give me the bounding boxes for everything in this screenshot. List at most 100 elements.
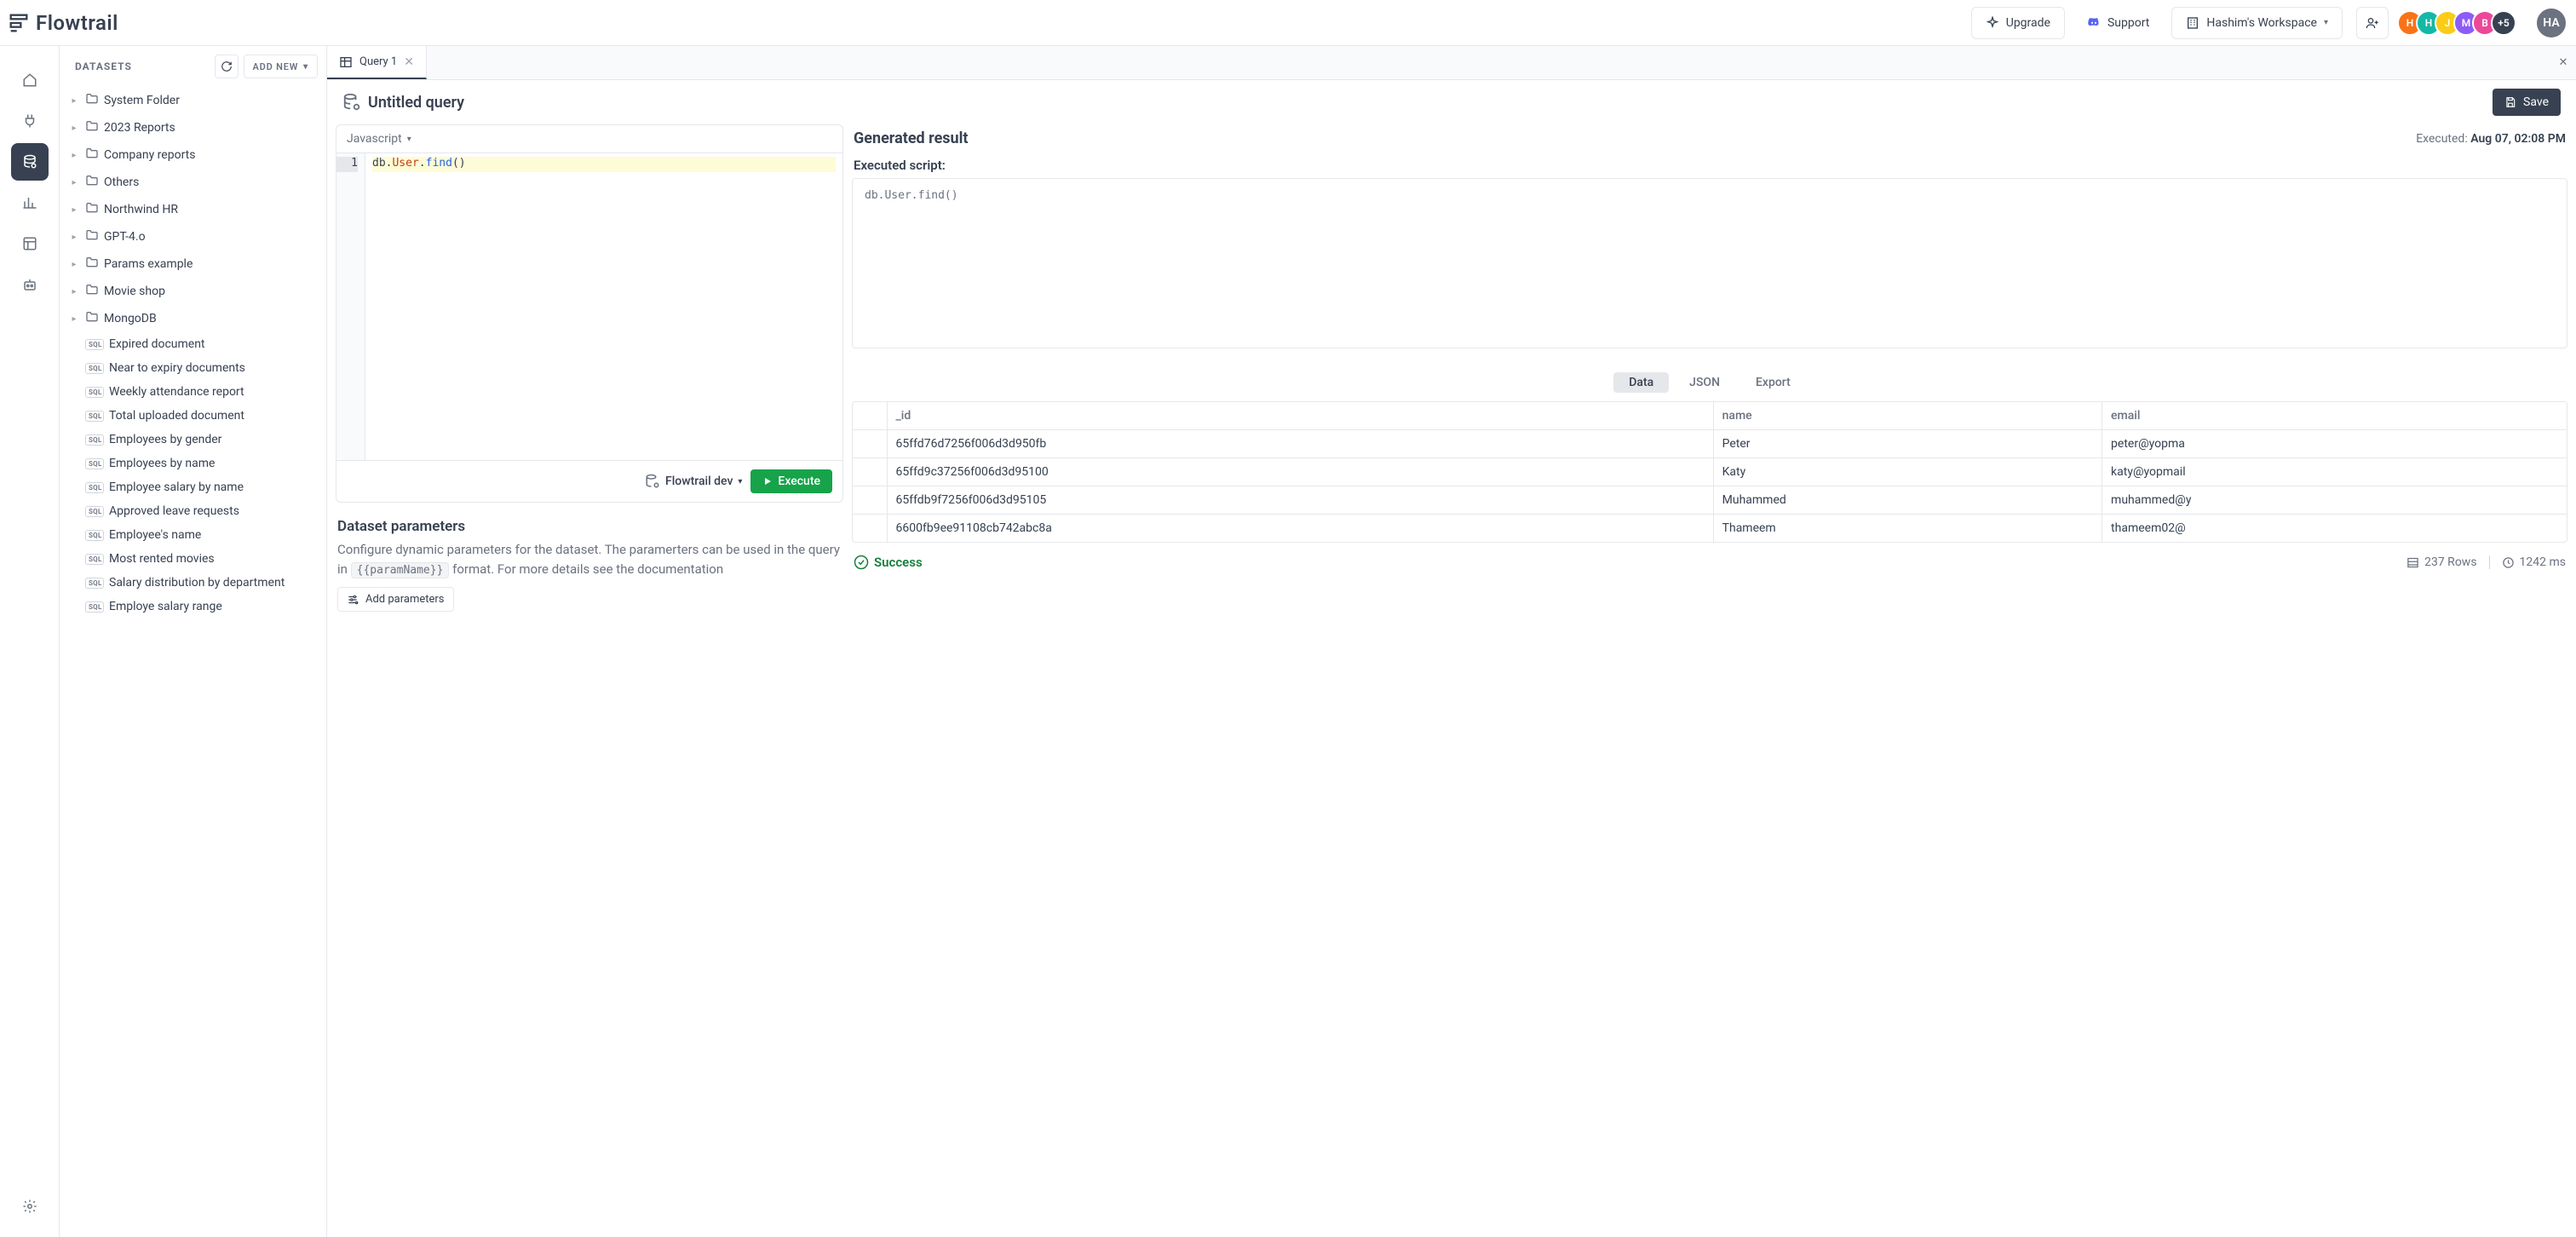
documentation-link[interactable]: documentation: [637, 561, 723, 577]
sql-badge-icon: SQL: [85, 554, 104, 565]
chevron-right-icon: ▸: [68, 233, 80, 242]
folder-item[interactable]: ▸Movie shop: [60, 278, 326, 305]
add-user-button[interactable]: [2356, 7, 2389, 39]
folder-item[interactable]: ▸ GPT-4.o: [60, 223, 326, 250]
folder-item[interactable]: ▸2023 Reports: [60, 114, 326, 141]
query-item[interactable]: ▸SQLEmployees by gender: [60, 428, 326, 452]
bar-chart-icon: [22, 195, 37, 210]
folder-label: Northwind HR: [104, 203, 178, 216]
query-item[interactable]: ▸SQLEmployee's name: [60, 523, 326, 547]
current-user-avatar[interactable]: HA: [2535, 7, 2567, 39]
database-gear-icon: [645, 474, 660, 489]
support-button[interactable]: Support: [2073, 7, 2163, 39]
folder-icon: [85, 147, 99, 164]
code-area[interactable]: 1 db.User.find(): [336, 153, 842, 460]
tab-query[interactable]: Query 1 ✕: [327, 46, 427, 79]
chevron-right-icon: ▸: [68, 314, 80, 324]
refresh-button[interactable]: [215, 55, 239, 78]
sql-badge-icon: SQL: [85, 578, 104, 589]
nav-charts[interactable]: [11, 184, 49, 222]
gear-icon: [22, 1199, 37, 1214]
play-icon: [762, 476, 773, 486]
chevron-down-icon: ▾: [303, 62, 308, 72]
folder-label: Others: [104, 175, 139, 189]
query-item[interactable]: ▸SQLApproved leave requests: [60, 499, 326, 523]
close-tab-button[interactable]: ✕: [404, 55, 414, 69]
column-header-name[interactable]: name: [1713, 402, 2102, 430]
folder-item[interactable]: ▸System Folder: [60, 87, 326, 114]
table-row[interactable]: 6600fb9ee91108cb742abc8a Thameem thameem…: [853, 515, 2567, 543]
query-item[interactable]: ▸SQLEmploye salary range: [60, 595, 326, 618]
nav-connections[interactable]: [11, 102, 49, 140]
result-tab-data[interactable]: Data: [1613, 372, 1669, 393]
query-item[interactable]: ▸SQLMost rented movies: [60, 547, 326, 571]
workspace-dropdown[interactable]: Hashim's Workspace ▾: [2171, 7, 2343, 39]
code-content[interactable]: db.User.find(): [365, 153, 842, 460]
cell-name: Katy: [1713, 458, 2102, 486]
folder-label: MongoDB: [104, 312, 157, 325]
upgrade-button[interactable]: Upgrade: [1971, 7, 2065, 39]
nav-dashboards[interactable]: [11, 225, 49, 262]
code-token: db: [372, 157, 386, 172]
query-item[interactable]: ▸SQLEmployee salary by name: [60, 475, 326, 499]
folder-label: GPT-4.o: [104, 230, 146, 244]
brand-name: Flowtrail: [36, 11, 118, 35]
folder-item[interactable]: ▸Company reports: [60, 141, 326, 169]
table-row[interactable]: 65ffdb9f7256f006d3d95105 Muhammed muhamm…: [853, 486, 2567, 515]
result-tab-export[interactable]: Export: [1740, 372, 1806, 393]
row-select-header: [853, 402, 887, 430]
sliders-icon: [347, 594, 359, 606]
folder-item[interactable]: ▸Params example: [60, 250, 326, 278]
query-item[interactable]: ▸SQLTotal uploaded document: [60, 404, 326, 428]
folder-icon: [85, 92, 99, 109]
column-header-id[interactable]: _id: [887, 402, 1713, 430]
add-parameters-button[interactable]: Add parameters: [337, 587, 454, 612]
nav-datasets[interactable]: [11, 143, 49, 181]
language-dropdown[interactable]: Javascript ▾: [336, 125, 842, 153]
sql-badge-icon: SQL: [85, 363, 104, 374]
add-new-button[interactable]: ADD NEW ▾: [244, 55, 318, 78]
cell-email: peter@yopma: [2102, 430, 2567, 458]
query-item[interactable]: ▸SQLExpired document: [60, 332, 326, 356]
query-item[interactable]: ▸SQLSalary distribution by department: [60, 571, 326, 595]
folder-item[interactable]: ▸ MongoDB: [60, 305, 326, 332]
avatar-overflow[interactable]: +5: [2491, 10, 2516, 36]
query-item[interactable]: ▸SQLNear to expiry documents: [60, 356, 326, 380]
query-label: Approved leave requests: [109, 504, 239, 518]
execute-button[interactable]: Execute: [750, 469, 832, 493]
cell-name: Peter: [1713, 430, 2102, 458]
query-item[interactable]: ▸SQLEmployees by name: [60, 452, 326, 475]
nav-home[interactable]: [11, 61, 49, 99]
executed-timestamp: Executed: Aug 07, 02:08 PM: [2416, 132, 2566, 146]
table-row[interactable]: 65ffd9c37256f006d3d95100 Katy katy@yopma…: [853, 458, 2567, 486]
chevron-right-icon: ▸: [68, 178, 80, 187]
cell-email: katy@yopmail: [2102, 458, 2567, 486]
folder-item[interactable]: ▸ Others: [60, 169, 326, 196]
workspace-label: Hashim's Workspace: [2206, 16, 2317, 30]
cell-email: muhammed@y: [2102, 486, 2567, 515]
status-bar: Success 237 Rows 1242 ms: [852, 543, 2567, 570]
column-header-email[interactable]: email: [2102, 402, 2567, 430]
nav-settings[interactable]: [11, 1188, 49, 1225]
table-row[interactable]: 65ffd76d7256f006d3d950fb Peter peter@yop…: [853, 430, 2567, 458]
result-tab-json[interactable]: JSON: [1674, 372, 1735, 393]
chevron-down-icon: ▾: [407, 135, 411, 144]
code-token: (): [452, 157, 466, 172]
nav-ai[interactable]: [11, 266, 49, 303]
parameter-heading: Dataset parameters: [337, 518, 842, 535]
code-gutter: 1: [336, 153, 365, 460]
query-item[interactable]: ▸SQLWeekly attendance report: [60, 380, 326, 404]
save-button[interactable]: Save: [2493, 89, 2561, 116]
folder-item[interactable]: ▸Northwind HR: [60, 196, 326, 223]
connection-dropdown[interactable]: Flowtrail dev ▾: [645, 474, 742, 489]
home-icon: [22, 72, 37, 88]
folder-icon: [85, 119, 99, 136]
chevron-right-icon: ▸: [68, 96, 80, 106]
support-label: Support: [2107, 16, 2149, 30]
chevron-down-icon: ▾: [738, 477, 742, 486]
row-count: 237 Rows: [2406, 555, 2476, 569]
query-label: Employee's name: [109, 528, 201, 542]
close-all-tabs-button[interactable]: ✕: [2550, 46, 2576, 79]
chevron-right-icon: ▸: [68, 151, 80, 160]
sql-badge-icon: SQL: [85, 434, 104, 446]
